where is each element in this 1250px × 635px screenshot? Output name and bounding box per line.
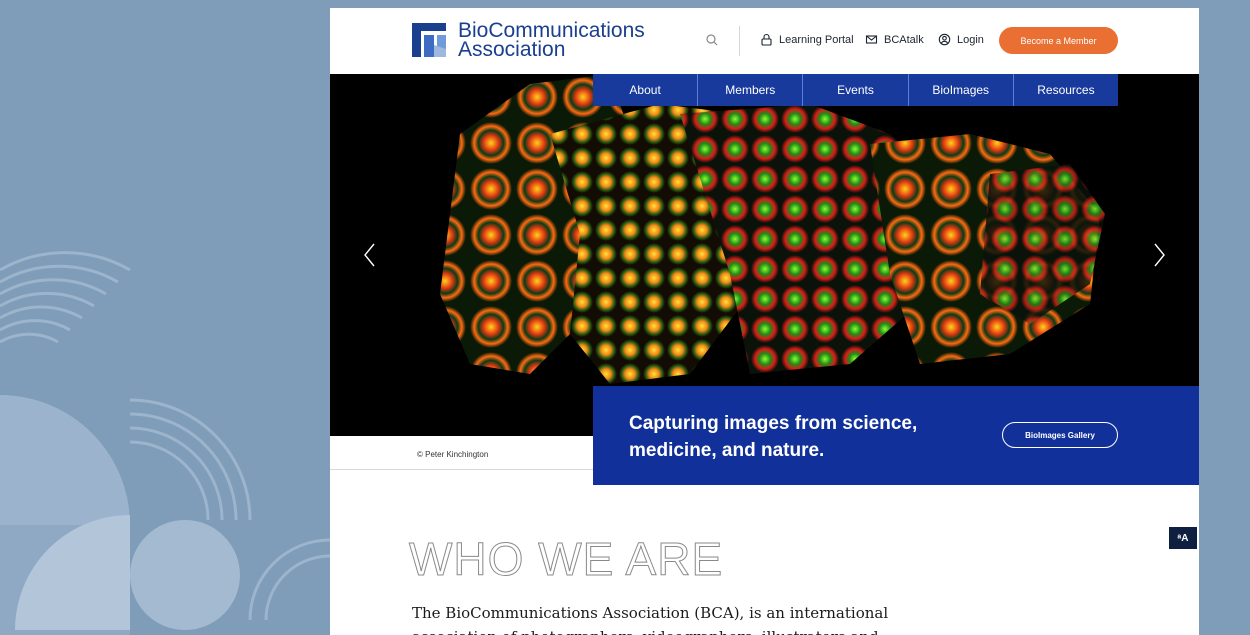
page-container: BioCommunications Association Learning P…	[330, 8, 1199, 635]
search-button[interactable]	[704, 32, 720, 48]
who-we-are-heading: WHO WE ARE	[408, 533, 724, 586]
become-member-button[interactable]: Become a Member	[999, 27, 1118, 54]
main-nav: About Members Events BioImages Resources	[593, 74, 1118, 106]
nav-item-bioimages[interactable]: BioImages	[907, 74, 1013, 106]
background-pattern-right	[1199, 0, 1250, 635]
header-divider	[739, 26, 740, 56]
background-pattern	[0, 251, 330, 635]
nav-item-about[interactable]: About	[593, 74, 697, 106]
hero-carousel: About Members Events BioImages Resources	[330, 74, 1199, 436]
mail-icon	[865, 35, 878, 44]
bcatalk-label: BCAtalk	[884, 33, 924, 46]
site-header: BioCommunications Association Learning P…	[330, 8, 1199, 74]
chevron-left-icon	[364, 243, 375, 267]
bcatalk-link[interactable]: BCAtalk	[865, 33, 924, 46]
nav-item-events[interactable]: Events	[802, 74, 907, 106]
logo-text: BioCommunications Association	[458, 20, 645, 61]
bca-logo-icon	[412, 23, 446, 57]
lock-icon	[761, 33, 772, 46]
user-icon	[938, 33, 951, 46]
login-link[interactable]: Login	[938, 33, 984, 46]
learning-portal-label: Learning Portal	[779, 33, 854, 46]
bioimages-gallery-button[interactable]: BioImages Gallery	[1002, 422, 1118, 448]
login-label: Login	[957, 33, 984, 46]
learning-portal-link[interactable]: Learning Portal	[760, 33, 854, 46]
image-credit-bar: © Peter Kinchington	[330, 436, 593, 470]
logo-line-2: Association	[458, 38, 566, 61]
carousel-next-button[interactable]	[1147, 240, 1171, 270]
search-icon	[706, 34, 718, 46]
carousel-prev-button[interactable]	[358, 240, 382, 270]
accessibility-button[interactable]: ᵃA	[1169, 527, 1197, 549]
image-credit: © Peter Kinchington	[417, 450, 489, 459]
intro-paragraph: The BioCommunications Association (BCA),…	[412, 604, 889, 635]
hero-tagline: Capturing images from science, medicine,…	[629, 413, 918, 461]
chevron-right-icon	[1154, 243, 1165, 267]
site-logo[interactable]: BioCommunications Association	[410, 19, 645, 61]
nav-item-resources[interactable]: Resources	[1012, 74, 1118, 106]
hero-coral-image	[330, 74, 1199, 436]
nav-item-members[interactable]: Members	[697, 74, 802, 106]
hero-tagline-panel: Capturing images from science, medicine,…	[593, 386, 1199, 485]
